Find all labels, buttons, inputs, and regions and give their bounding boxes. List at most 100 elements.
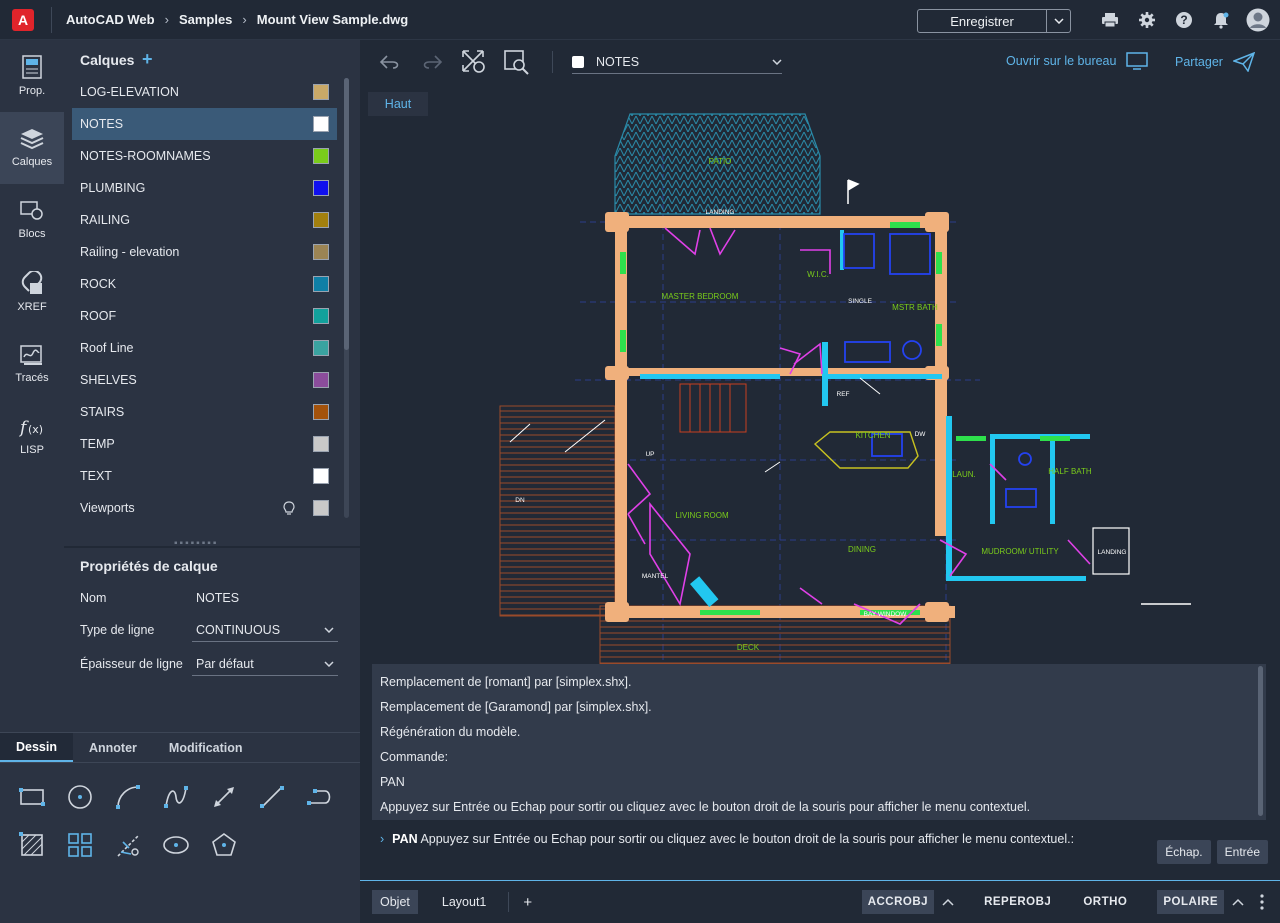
layer-row[interactable]: ROCK [72, 268, 337, 300]
current-layer-name: NOTES [596, 54, 640, 69]
layer-row[interactable]: Viewports [72, 492, 337, 524]
tab-layout1[interactable]: Layout1 [434, 890, 494, 914]
room-label: LANDING [706, 209, 735, 216]
arc-tool[interactable] [104, 773, 152, 821]
drawing-canvas[interactable]: PATIO W.I.C. MASTER BEDROOM MSTR BATH KI… [360, 84, 1280, 664]
layer-row[interactable]: RAILING [72, 204, 337, 236]
layer-row-controls [313, 340, 329, 356]
share-link[interactable]: Partager [1175, 52, 1255, 72]
lineweight-select[interactable]: Par défaut [192, 652, 338, 676]
add-layout-button[interactable]: + [515, 890, 540, 914]
rail-blocks[interactable]: Blocs [0, 184, 64, 256]
layer-color-swatch[interactable] [313, 436, 329, 452]
breadcrumb-app[interactable]: AutoCAD Web [66, 12, 155, 27]
chevron-up-icon[interactable] [942, 898, 954, 906]
layer-color-swatch[interactable] [313, 116, 329, 132]
rail-properties[interactable]: Prop. [0, 40, 64, 112]
layer-row[interactable]: TEXT [72, 460, 337, 492]
tab-modification[interactable]: Modification [153, 733, 259, 762]
layer-row[interactable]: Roof Line [72, 332, 337, 364]
command-line[interactable]: › PAN Appuyez sur Entrée ou Echap pour so… [360, 824, 1280, 880]
user-avatar-button[interactable] [1246, 8, 1270, 32]
view-cube-top-button[interactable]: Haut [368, 92, 428, 116]
tab-model[interactable]: Objet [372, 890, 418, 914]
rectangle-tool[interactable] [8, 773, 56, 821]
zoom-extents-button[interactable] [454, 42, 494, 82]
open-desktop-link[interactable]: Ouvrir sur le bureau [1006, 52, 1149, 70]
layer-color-swatch[interactable] [313, 244, 329, 260]
linetype-select[interactable]: CONTINUOUS [192, 618, 338, 642]
layer-color-swatch[interactable] [313, 180, 329, 196]
layer-name: NOTES-ROOMNAMES [80, 149, 211, 163]
layer-row[interactable]: NOTES-ROOMNAMES [72, 140, 337, 172]
ellipse-tool[interactable] [152, 821, 200, 869]
redo-button[interactable] [412, 42, 452, 82]
layer-color-swatch[interactable] [313, 468, 329, 484]
circle-tool[interactable] [56, 773, 104, 821]
layer-name: Roof Line [80, 341, 134, 355]
polygon-icon [212, 833, 236, 856]
scrollbar-thumb[interactable] [344, 78, 349, 350]
layer-row[interactable]: ROOF [72, 300, 337, 332]
layer-row[interactable]: LOG-ELEVATION [72, 76, 337, 108]
layer-row[interactable]: STAIRS [72, 396, 337, 428]
layer-row-controls [313, 436, 329, 452]
line-tool[interactable] [248, 773, 296, 821]
polygon-tool[interactable] [200, 821, 248, 869]
add-layer-button[interactable]: + [142, 49, 153, 70]
layer-color-swatch[interactable] [313, 212, 329, 228]
dimension-tool[interactable] [200, 773, 248, 821]
layer-color-swatch[interactable] [313, 84, 329, 100]
breadcrumb-folder[interactable]: Samples [179, 12, 232, 27]
layer-color-swatch[interactable] [313, 340, 329, 356]
chevron-up-icon[interactable] [1232, 898, 1244, 906]
rail-traces[interactable]: Tracés [0, 328, 64, 400]
ortho-toggle[interactable]: ORTHO [1077, 890, 1133, 914]
rail-lisp[interactable]: f (x) LISP [0, 400, 64, 472]
print-button[interactable] [1098, 8, 1122, 32]
room-label: MUDROOM/ UTILITY [981, 547, 1059, 556]
layer-color-swatch[interactable] [313, 404, 329, 420]
spline-tool[interactable] [152, 773, 200, 821]
layer-color-swatch[interactable] [313, 500, 329, 516]
layer-color-swatch[interactable] [313, 308, 329, 324]
layer-row[interactable]: SHELVES [72, 364, 337, 396]
rail-layers[interactable]: Calques [0, 112, 64, 184]
undo-button[interactable] [370, 42, 410, 82]
osnap-toggle[interactable]: ACCROBJ [861, 890, 935, 914]
more-vertical-icon[interactable] [1260, 894, 1264, 910]
polyline-icon [307, 789, 331, 805]
enter-button[interactable]: Entrée [1216, 840, 1268, 864]
hatch-tool[interactable] [8, 821, 56, 869]
autocad-logo[interactable]: A [12, 8, 34, 31]
save-button[interactable]: Enregistrer [918, 10, 1046, 32]
notifications-button[interactable] [1209, 8, 1233, 32]
command-history-scrollbar[interactable] [1258, 666, 1263, 816]
escape-button[interactable]: Échap. [1157, 840, 1211, 864]
settings-button[interactable] [1135, 8, 1159, 32]
layer-row[interactable]: Railing - elevation [72, 236, 337, 268]
layer-row[interactable]: NOTES [72, 108, 337, 140]
layer-color-swatch[interactable] [313, 372, 329, 388]
layer-color-swatch[interactable] [313, 276, 329, 292]
layer-row[interactable]: TEMP [72, 428, 337, 460]
layer-list-scrollbar[interactable] [344, 78, 349, 518]
room-label: DINING [848, 545, 876, 554]
help-button[interactable]: ? [1172, 8, 1196, 32]
save-dropdown-button[interactable] [1046, 10, 1070, 32]
tab-annoter[interactable]: Annoter [73, 733, 153, 762]
current-layer-select[interactable]: NOTES [572, 50, 782, 74]
lightbulb-icon[interactable] [283, 501, 295, 515]
otrack-toggle[interactable]: REPEROBJ [978, 890, 1057, 914]
rail-xref[interactable]: XREF [0, 256, 64, 328]
tab-dessin[interactable]: Dessin [0, 733, 73, 762]
array-tool[interactable] [56, 821, 104, 869]
floor-plan-drawing[interactable]: PATIO W.I.C. MASTER BEDROOM MSTR BATH KI… [360, 84, 1280, 664]
trim-tool[interactable] [104, 821, 152, 869]
zoom-window-button[interactable] [496, 42, 536, 82]
polar-toggle[interactable]: POLAIRE [1157, 890, 1224, 914]
layer-color-swatch[interactable] [313, 148, 329, 164]
polyline-tool[interactable] [296, 773, 344, 821]
layer-row[interactable]: PLUMBING [72, 172, 337, 204]
room-label: REF [837, 391, 850, 398]
